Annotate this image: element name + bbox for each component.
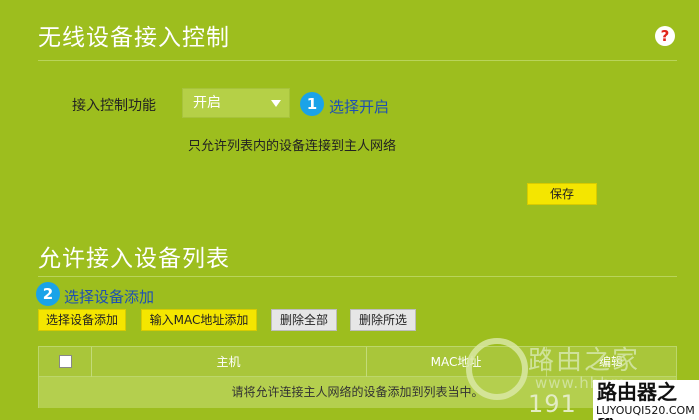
watermark-logo-url: LUYOUQI520.COM bbox=[593, 404, 698, 418]
delete-selected-button[interactable]: 删除所选 bbox=[350, 309, 416, 331]
input-mac-add-button[interactable]: 输入MAC地址添加 bbox=[141, 309, 257, 331]
section-title-access-control: 无线设备接入控制 bbox=[38, 25, 230, 51]
section-divider bbox=[38, 60, 677, 61]
watermark-logo-icon bbox=[466, 338, 528, 400]
access-control-select[interactable]: 开启 bbox=[182, 88, 290, 118]
section-title-allowed-devices: 允许接入设备列表 bbox=[38, 246, 230, 272]
access-control-label: 接入控制功能 bbox=[72, 98, 156, 114]
step-badge-2: 2 bbox=[36, 282, 60, 306]
save-button[interactable]: 保存 bbox=[527, 183, 597, 205]
select-device-add-button[interactable]: 选择设备添加 bbox=[38, 309, 126, 331]
access-control-description: 只允许列表内的设备连接到主人网络 bbox=[188, 139, 397, 154]
section-divider bbox=[38, 276, 677, 277]
hint-select-device: 选择设备添加 bbox=[64, 288, 155, 306]
column-header-host: 主机 bbox=[216, 355, 241, 369]
select-all-checkbox[interactable] bbox=[59, 355, 72, 368]
delete-all-button[interactable]: 删除全部 bbox=[271, 309, 337, 331]
hint-select-enable: 选择开启 bbox=[329, 98, 390, 116]
watermark-number: 191 bbox=[528, 390, 577, 418]
help-question-icon[interactable]: ? bbox=[655, 26, 675, 46]
chevron-down-icon bbox=[271, 100, 281, 107]
watermark-brand: 路由之家 bbox=[528, 346, 641, 376]
step-badge-1: 1 bbox=[300, 92, 324, 116]
access-control-select-value: 开启 bbox=[193, 95, 221, 111]
